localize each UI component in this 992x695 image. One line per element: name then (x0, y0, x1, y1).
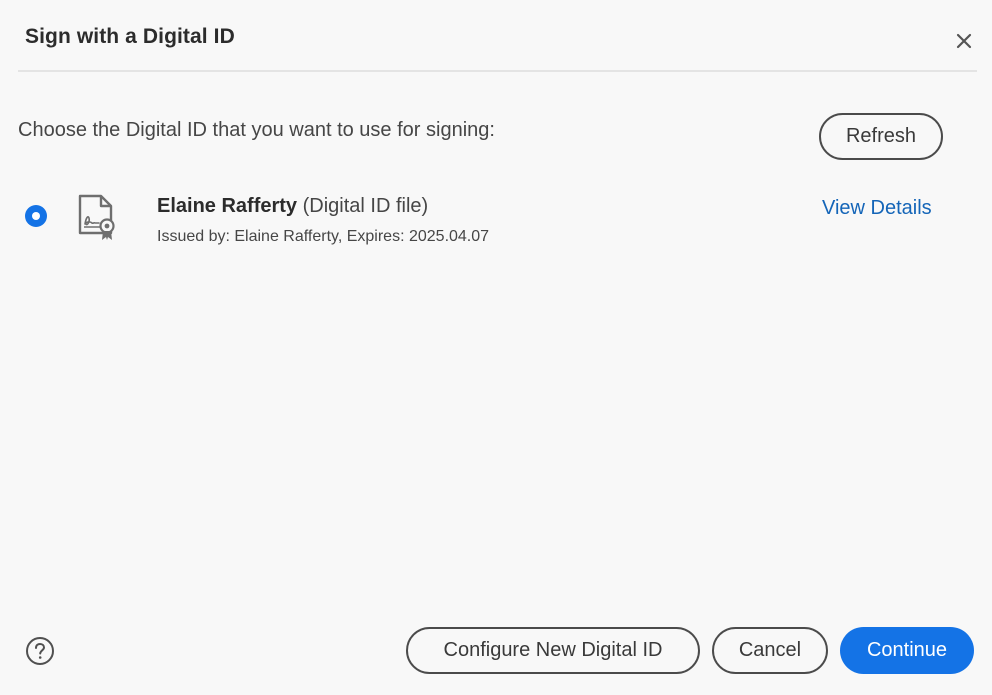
digital-id-type: (Digital ID file) (302, 195, 429, 217)
refresh-button[interactable]: Refresh (819, 113, 943, 160)
help-icon[interactable] (25, 636, 55, 666)
digital-id-radio[interactable] (25, 205, 47, 227)
instruction-text: Choose the Digital ID that you want to u… (18, 119, 495, 141)
configure-new-digital-id-button[interactable]: Configure New Digital ID (406, 627, 700, 674)
certificate-icon (78, 194, 115, 240)
sign-digital-id-dialog: Sign with a Digital ID Choose the Digita… (0, 0, 992, 695)
digital-id-issued: Issued by: Elaine Rafferty, Expires: 202… (157, 228, 490, 245)
close-icon (956, 33, 972, 49)
cancel-button[interactable]: Cancel (712, 627, 828, 674)
digital-id-title: Elaine Rafferty (Digital ID file) (157, 195, 428, 218)
dialog-title: Sign with a Digital ID (25, 25, 235, 48)
view-details-link[interactable]: View Details (822, 197, 932, 220)
close-button[interactable] (950, 27, 978, 55)
digital-id-name: Elaine Rafferty (157, 195, 298, 217)
title-divider (18, 70, 977, 72)
continue-button[interactable]: Continue (840, 627, 974, 674)
